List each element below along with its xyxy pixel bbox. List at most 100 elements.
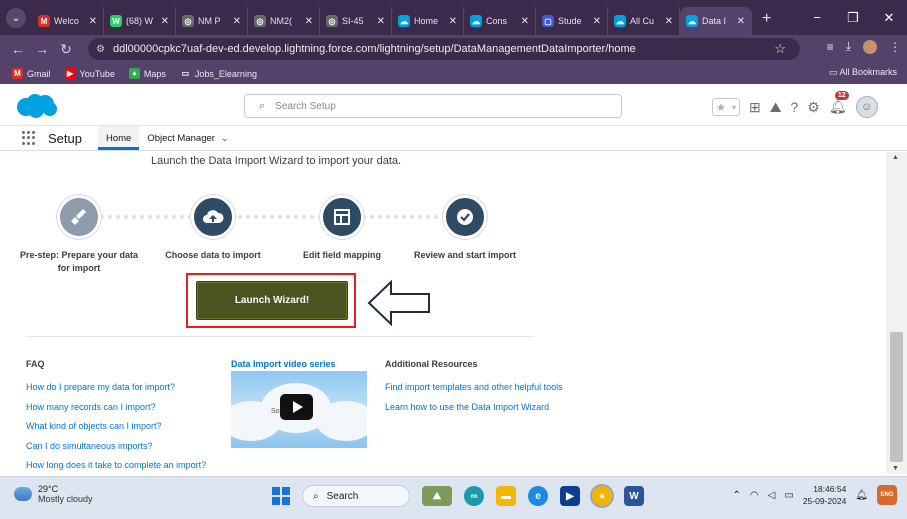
- header-utilities: ★ ▾ ⊞ ⛰ ? ⚙ 🔔︎ 12 ☺: [712, 91, 878, 118]
- faq-link[interactable]: What kind of objects can I import?: [26, 421, 162, 431]
- bookmark-item[interactable]: ▶ YouTube: [64, 68, 115, 79]
- tab-search-menu-icon[interactable]: ⌄: [6, 8, 26, 28]
- cloud-shape: [316, 401, 367, 441]
- notifications-button[interactable]: 🔔︎ 12: [829, 91, 849, 116]
- global-actions-icon[interactable]: ⊞: [749, 99, 761, 116]
- app-launcher-icon[interactable]: [22, 131, 38, 145]
- close-tab-icon[interactable]: ✕: [449, 16, 457, 27]
- file-explorer-icon[interactable]: ▬: [496, 486, 516, 506]
- play-icon[interactable]: [280, 394, 313, 420]
- salesforce-logo-icon[interactable]: [14, 93, 58, 124]
- close-tab-icon[interactable]: ✕: [521, 16, 529, 27]
- address-bar[interactable]: ⚙ ddl00000cpkc7uaf-dev-ed.develop.lightn…: [88, 38, 800, 60]
- video-thumbnail[interactable]: Sol: [231, 371, 367, 448]
- close-tab-icon[interactable]: ✕: [161, 16, 169, 27]
- back-icon[interactable]: ←: [6, 41, 30, 57]
- trailhead-icon[interactable]: ⛰: [770, 99, 782, 116]
- site-info-icon[interactable]: ⚙: [96, 44, 105, 55]
- scroll-down-icon[interactable]: ▼: [892, 465, 899, 472]
- whatsapp-icon: W: [110, 15, 122, 27]
- setup-search-input[interactable]: ⌕ Search Setup: [244, 94, 622, 118]
- step-field-mapping: Edit field mapping: [277, 195, 407, 262]
- profile-avatar[interactable]: [863, 39, 877, 54]
- tab-object-manager-label: Object Manager: [147, 132, 215, 144]
- windows-start-icon[interactable]: [272, 487, 290, 505]
- bookmarks-bar: M Gmail ▶ YouTube ♦ Maps ▭ Jobs_Elearning ▭ All…: [0, 63, 907, 84]
- tab-object-manager[interactable]: Object Manager ⌄: [139, 126, 236, 150]
- close-tab-icon[interactable]: ✕: [377, 16, 385, 27]
- weather-widget[interactable]: 29°C Mostly cloudy: [14, 484, 93, 504]
- bookmark-star-icon[interactable]: ☆: [774, 41, 786, 57]
- bookmark-item[interactable]: ▭ Jobs_Elearning: [179, 68, 257, 79]
- reading-list-icon[interactable]: ≡: [827, 40, 834, 54]
- vertical-scrollbar[interactable]: ▲ ▼: [886, 152, 907, 474]
- scroll-up-icon[interactable]: ▲: [892, 154, 899, 161]
- close-window-icon[interactable]: ✕: [871, 10, 907, 26]
- battery-icon[interactable]: ▭: [784, 490, 793, 501]
- chevron-down-icon[interactable]: ⌄: [221, 133, 229, 144]
- gmail-icon: M: [38, 15, 50, 27]
- browser-tab[interactable]: ▢ Stude ✕: [536, 7, 608, 35]
- more-menu-icon[interactable]: ⋮: [889, 40, 901, 54]
- browser-tab[interactable]: ☁ All Cu ✕: [608, 7, 680, 35]
- widgets-icon[interactable]: ⛰: [422, 486, 452, 506]
- notification-bell-icon[interactable]: 🔔︎: [855, 490, 868, 501]
- pointer-arrow-icon: [367, 280, 430, 326]
- taskbar-search[interactable]: ⌕ Search: [302, 485, 410, 507]
- close-tab-icon[interactable]: ✕: [665, 16, 673, 27]
- close-tab-icon[interactable]: ✕: [737, 16, 745, 27]
- scroll-thumb[interactable]: [890, 332, 903, 462]
- edge-icon[interactable]: e: [528, 486, 548, 506]
- word-icon[interactable]: W: [624, 486, 644, 506]
- vscode-icon[interactable]: ▶: [560, 486, 580, 506]
- minimize-icon[interactable]: −: [799, 10, 835, 25]
- restore-icon[interactable]: ❐: [835, 10, 871, 26]
- all-bookmarks[interactable]: ▭ All Bookmarks: [829, 67, 897, 78]
- bookmark-item[interactable]: ♦ Maps: [128, 68, 166, 79]
- faq-link[interactable]: How do I prepare my data for import?: [26, 382, 175, 392]
- section-divider: [26, 336, 534, 337]
- launch-wizard-button[interactable]: Launch Wizard!: [196, 281, 348, 320]
- resource-link[interactable]: Find import templates and other helpful …: [385, 382, 563, 392]
- browser-tab[interactable]: M Welco ✕: [32, 7, 104, 35]
- favorites-button[interactable]: ★ ▾: [712, 98, 740, 116]
- setup-gear-icon[interactable]: ⚙: [807, 99, 820, 116]
- browser-tab[interactable]: ☁ Home ✕: [392, 7, 464, 35]
- browser-tab[interactable]: W (68) W ✕: [104, 7, 176, 35]
- resource-link[interactable]: Learn how to use the Data Import Wizard: [385, 402, 549, 412]
- bookmark-item[interactable]: M Gmail: [12, 68, 51, 79]
- wifi-icon[interactable]: ◠: [750, 490, 759, 501]
- chrome-icon[interactable]: ●: [592, 486, 612, 506]
- help-icon[interactable]: ?: [791, 99, 799, 115]
- trailhead-icon: ▢: [542, 15, 554, 27]
- close-tab-icon[interactable]: ✕: [233, 16, 241, 27]
- close-tab-icon[interactable]: ✕: [593, 16, 601, 27]
- url-text: ddl00000cpkc7uaf-dev-ed.develop.lightnin…: [112, 43, 636, 55]
- forward-icon[interactable]: →: [30, 41, 54, 57]
- video-series-link[interactable]: Data Import video series: [231, 359, 336, 369]
- clock[interactable]: 18:46:54 25-09-2024: [803, 483, 846, 507]
- browser-tab[interactable]: ☁ Cons ✕: [464, 7, 536, 35]
- speaker-icon[interactable]: ◁: [768, 490, 776, 501]
- browser-tab[interactable]: ◎ NM2(✕: [248, 7, 320, 35]
- folder-icon: ▭: [179, 68, 191, 79]
- browser-tab[interactable]: ◎ NM P ✕: [176, 7, 248, 35]
- faq-link[interactable]: How many records can I import?: [26, 402, 156, 412]
- download-icon[interactable]: ⤓: [846, 39, 851, 54]
- close-tab-icon[interactable]: ✕: [89, 16, 97, 27]
- salesforce-icon: ☁: [686, 15, 698, 27]
- tab-home[interactable]: Home: [97, 126, 140, 150]
- close-tab-icon[interactable]: ✕: [305, 16, 313, 27]
- browser-tab[interactable]: ☁ Data I ✕: [680, 7, 752, 35]
- new-tab-icon[interactable]: +: [762, 10, 771, 28]
- faq-link[interactable]: Can I do simultaneous imports?: [26, 441, 153, 451]
- browser-tab[interactable]: ◎ SI-45 ✕: [320, 7, 392, 35]
- user-avatar[interactable]: ☺: [855, 96, 878, 118]
- faq-link[interactable]: How long does it take to complete an imp…: [26, 460, 206, 470]
- copilot-app-icon[interactable]: ENG: [877, 485, 897, 505]
- copilot-icon[interactable]: ∞: [464, 486, 484, 506]
- reload-icon[interactable]: ↻: [54, 41, 78, 58]
- lang-label: ENG: [880, 492, 894, 498]
- step-label: Edit field mapping: [303, 250, 381, 260]
- chevron-up-icon[interactable]: ⌃: [733, 490, 741, 501]
